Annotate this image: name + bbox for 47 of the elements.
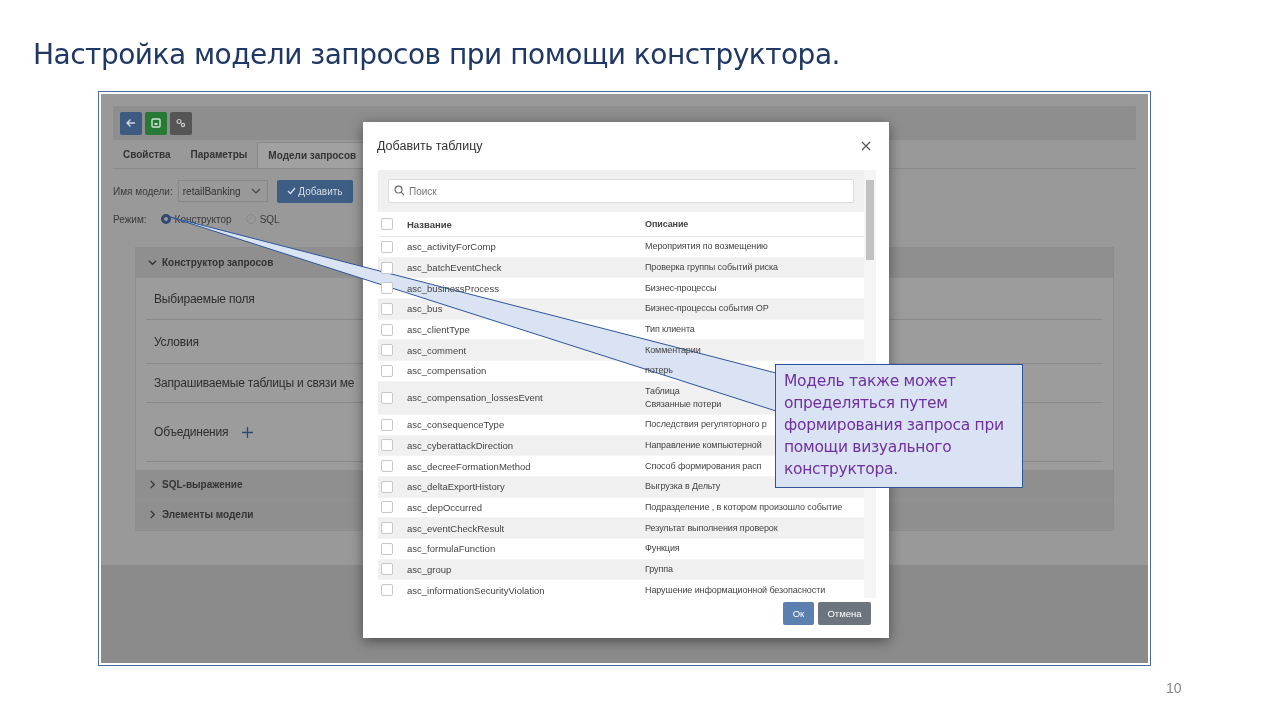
table-name-cell-text: asc_cyberattackDirection [407, 439, 515, 451]
description-cell-text: Функция [645, 542, 680, 556]
table-name-cell-text: asc_compensation [407, 365, 488, 377]
table-name-cell-text: asc_compensation_lossesEvent [407, 392, 544, 404]
description-cell-text: Выгрузка в Дельту [645, 480, 721, 494]
section-item: Выбираемые поля [154, 291, 255, 306]
description-cell-text: Таблица Связанные потери [645, 384, 722, 411]
table-name-cell-text: asc_comment [407, 344, 468, 356]
section-item: Объединения [154, 425, 229, 439]
description-cell-text: Тип клиента [645, 323, 695, 337]
description-cell-text: Группа [645, 562, 673, 576]
description-cell-text: Подразделение , в котором произошло событие [645, 500, 843, 514]
table-name-cell-text: asc_depOccurred [407, 501, 483, 513]
slide-title: Настройка модели запросов при помощи конструктора. [33, 38, 840, 71]
table-name-cell-text: asc_formulaFunction [407, 543, 497, 555]
table-name-cell-text: asc_informationSecurityViolation [407, 584, 546, 596]
table-name-cell-text: asc_activityForComp [407, 241, 497, 253]
description-cell-text: Бизнес-процессы [645, 281, 717, 295]
table-name-cell-text: asc_consequenceType [407, 419, 506, 431]
table-name-cell-text: asc_group [407, 563, 453, 575]
mode-label: Режим: [113, 213, 147, 225]
description-cell-text: Последствия регуляторного р [645, 418, 767, 432]
column-header: Название [407, 218, 453, 230]
description-cell-text: Мероприятия по возмещению [645, 240, 768, 254]
table-name-cell-text: asc_bus [407, 303, 444, 315]
description-cell-text: Нарушение информационной безопасности [645, 583, 826, 597]
description-cell-text: потерь [645, 364, 673, 378]
description-cell-text: Направление компьютерной [645, 438, 762, 452]
table-name-cell-text: asc_batchEventCheck [407, 262, 503, 274]
section-item: Запрашиваемые таблицы и связи ме [154, 376, 355, 390]
callout-text: Модель также может определяться путем формирования запроса при помощи визуального конструктора. [775, 364, 1023, 488]
section-title: SQL-выражение [162, 479, 243, 490]
model-label: Имя модели: [113, 185, 173, 197]
column-header: Описание [645, 217, 689, 231]
table-name-cell-text: asc_deltaExportHistory [407, 481, 506, 493]
table-name-cell-text: asc_clientType [407, 324, 471, 336]
description-cell-text: Способ формирования расп [645, 459, 762, 473]
table-name-cell-text: asc_eventCheckResult [407, 522, 506, 534]
dialog-title: Добавить таблицу [377, 139, 483, 153]
page-number: 10 [1166, 680, 1182, 696]
section-title: Элементы модели [162, 509, 254, 520]
section-item: Условия [154, 334, 199, 349]
description-cell-text: Результат выполнения проверок [645, 521, 778, 535]
section-title: Конструктор запросов [162, 257, 274, 268]
description-cell-text: Бизнес-процессы события ОР [645, 302, 769, 316]
description-cell-text: Проверка группы событий риска [645, 261, 778, 275]
table-name-cell-text: asc_decreeFormationMethod [407, 460, 532, 472]
